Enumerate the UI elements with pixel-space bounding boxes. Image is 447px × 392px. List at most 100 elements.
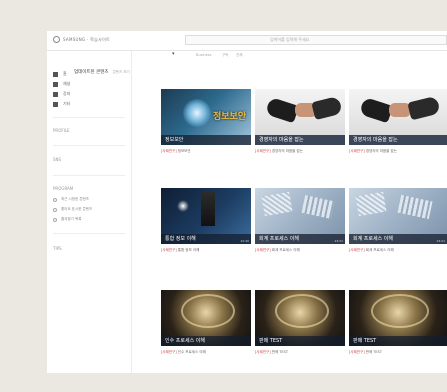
- sidebar-item-liked[interactable]: 좋아요 표시한 콘텐츠: [53, 207, 92, 212]
- video-thumbnail[interactable]: 판매 TEST: [255, 290, 345, 346]
- businessman-graphic: [201, 192, 215, 226]
- divider: [53, 145, 125, 146]
- thumbnail-title-art: 정보보안: [213, 112, 247, 122]
- video-caption[interactable]: [사례연구] 정보보안: [161, 149, 191, 154]
- section-label-sns: SNS: [53, 157, 62, 162]
- duration-label: 12:40: [240, 239, 249, 243]
- video-thumbnail[interactable]: 경영자의 마음을 잡는: [349, 89, 447, 145]
- video-thumbnail[interactable]: 판매 TEST: [349, 290, 447, 346]
- video-card[interactable]: 정보보안 정보보안 [사례연구] 정보보안: [161, 89, 251, 157]
- coin-graphic: [181, 294, 235, 328]
- video-caption[interactable]: [사례연구] 판매 TEST: [349, 350, 382, 355]
- user-icon: [53, 101, 58, 107]
- handshake-graphic: [311, 95, 343, 121]
- logo[interactable]: SAMSUNG · 학습사이트: [53, 36, 110, 43]
- video-caption[interactable]: [사례연구] 통합 정보 이해: [161, 248, 199, 253]
- sidebar-item-favorites[interactable]: 즐겨찾기 목록: [53, 217, 81, 222]
- filter-item[interactable]: 구독: [222, 53, 228, 58]
- caption-tag: [사례연구]: [161, 350, 177, 354]
- caption-text: 경영자의 마음을 잡는: [270, 149, 303, 153]
- video-thumbnail[interactable]: 회계 프로세스 이해 13:21: [255, 188, 345, 244]
- filter-item[interactable]: 전체: [236, 53, 242, 58]
- sidebar-item-home[interactable]: 홈: [53, 71, 67, 77]
- sidebar-item-label: 홈: [63, 71, 67, 76]
- video-thumbnail[interactable]: 정보보안 정보보안: [161, 89, 251, 145]
- network-graphic: [183, 99, 211, 127]
- caption-text: 회계 프로세스 이해: [270, 248, 300, 252]
- handshake-graphic: [358, 96, 394, 124]
- divider: [53, 175, 125, 176]
- top-bar: SAMSUNG · 학습사이트 검색어를 입력해 주세요: [47, 31, 447, 51]
- caption-text: 회계 프로세스 이해: [364, 248, 394, 252]
- section-meta[interactable]: 콘텐츠 보기: [113, 70, 130, 75]
- filter-bar: ▾ Business 구독 전체: [132, 50, 447, 60]
- video-card[interactable]: 회계 프로세스 이해 13:21 [사례연구] 회계 프로세스 이해: [349, 188, 447, 256]
- thumb-up-icon: [53, 207, 57, 212]
- video-card[interactable]: 통합 정보 이해 12:40 [사례연구] 통합 정보 이해: [161, 188, 251, 256]
- chevron-down-icon[interactable]: ▾: [172, 51, 175, 57]
- duration-label: 13:21: [334, 239, 343, 243]
- video-caption[interactable]: [사례연구] 경영자의 마음을 잡는: [349, 149, 397, 154]
- grid-icon: [53, 91, 58, 97]
- thumbnail-label: 인수 프로세스 이해: [161, 336, 251, 346]
- video-caption[interactable]: [사례연구] 회계 프로세스 이해: [255, 248, 300, 253]
- sidebar-item-other[interactable]: 기타: [53, 101, 70, 107]
- sidebar-item-channel[interactable]: 채널: [53, 81, 70, 87]
- video-card[interactable]: 판매 TEST [사례연구] 판매 TEST: [255, 290, 345, 358]
- caption-tag: [사례연구]: [255, 149, 271, 153]
- video-caption[interactable]: [사례연구] 판매 TEST: [255, 350, 288, 355]
- sidebar-item-label: 좋아요 표시한 콘텐츠: [61, 207, 93, 211]
- video-card[interactable]: 경영자의 마음을 잡는 [사례연구] 경영자의 마음을 잡는: [349, 89, 447, 157]
- document-graphic: [301, 195, 335, 219]
- section-label-tips: TIPS: [53, 246, 62, 251]
- section-heading: 업데이트된 콘텐츠 콘텐츠 보기: [74, 69, 130, 75]
- search-input[interactable]: 검색어를 입력해 주세요: [185, 35, 447, 45]
- duration-label: 13:21: [436, 239, 445, 243]
- caption-tag: [사례연구]: [255, 350, 271, 354]
- thumbnail-label: 판매 TEST: [349, 336, 447, 346]
- video-caption[interactable]: [사례연구] 회계 프로세스 이해: [349, 248, 394, 253]
- star-icon: [53, 217, 57, 222]
- video-thumbnail[interactable]: 통합 정보 이해 12:40: [161, 188, 251, 244]
- video-caption[interactable]: [사례연구] 인수 프로세스 이해: [161, 350, 206, 355]
- home-icon: [53, 71, 58, 77]
- section-title: 업데이트된 콘텐츠: [74, 70, 109, 75]
- caption-text: 판매 TEST: [364, 350, 382, 354]
- video-thumbnail[interactable]: 경영자의 마음을 잡는: [255, 89, 345, 145]
- video-caption[interactable]: [사례연구] 경영자의 마음을 잡는: [255, 149, 303, 154]
- video-card[interactable]: 회계 프로세스 이해 13:21 [사례연구] 회계 프로세스 이해: [255, 188, 345, 256]
- sidebar-item-recent[interactable]: 최근 시청한 콘텐츠: [53, 197, 89, 202]
- search-placeholder: 검색어를 입력해 주세요: [270, 37, 310, 42]
- logo-icon: [53, 36, 60, 43]
- clock-icon: [53, 197, 57, 202]
- caption-tag: [사례연구]: [161, 248, 177, 252]
- thumbnail-label: 경영자의 마음을 잡는: [255, 135, 345, 145]
- filter-item[interactable]: Business: [196, 53, 211, 57]
- caption-text: 통합 정보 이해: [176, 248, 200, 252]
- sidebar-item-label: 기타: [63, 101, 71, 106]
- caption-text: 판매 TEST: [270, 350, 288, 354]
- divider: [53, 117, 125, 118]
- video-card[interactable]: 인수 프로세스 이해 [사례연구] 인수 프로세스 이해: [161, 290, 251, 358]
- video-thumbnail[interactable]: 인수 프로세스 이해: [161, 290, 251, 346]
- handshake-graphic: [407, 95, 441, 121]
- caption-text: 정보보안: [176, 149, 191, 153]
- caption-tag: [사례연구]: [161, 149, 177, 153]
- caption-tag: [사례연구]: [255, 248, 271, 252]
- video-thumbnail[interactable]: 회계 프로세스 이해 13:21: [349, 188, 447, 244]
- light-graphic: [177, 200, 189, 212]
- coin-graphic: [371, 294, 429, 328]
- caption-text: 경영자의 마음을 잡는: [364, 149, 397, 153]
- video-card[interactable]: 판매 TEST [사례연구] 판매 TEST: [349, 290, 447, 358]
- document-graphic: [397, 194, 433, 220]
- sidebar-item-label: 최근 시청한 콘텐츠: [61, 197, 89, 201]
- sidebar-item-course[interactable]: 강좌: [53, 91, 70, 97]
- handshake-graphic: [264, 96, 300, 124]
- section-label-profile: PROFILE: [53, 128, 70, 133]
- logo-text: SAMSUNG · 학습사이트: [63, 36, 111, 42]
- video-card[interactable]: 경영자의 마음을 잡는 [사례연구] 경영자의 마음을 잡는: [255, 89, 345, 157]
- thumbnail-label: 정보보안: [161, 135, 251, 145]
- thumbnail-label: 회계 프로세스 이해: [255, 234, 345, 244]
- app-window: SAMSUNG · 학습사이트 검색어를 입력해 주세요 ▾ Business …: [47, 31, 447, 373]
- calculator-graphic: [355, 191, 387, 217]
